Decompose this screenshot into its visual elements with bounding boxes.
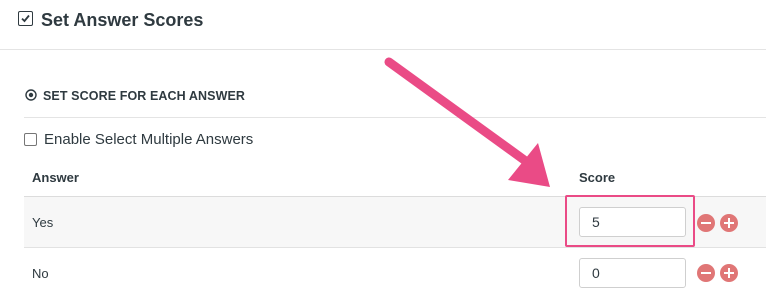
checkbox-checked-icon[interactable] [18, 11, 33, 26]
minus-circle-icon[interactable] [697, 214, 715, 232]
divider [24, 117, 766, 118]
section-title-text: SET SCORE FOR EACH ANSWER [43, 89, 246, 103]
score-input[interactable] [579, 258, 686, 288]
minus-circle-icon[interactable] [697, 264, 715, 282]
answer-cell: Yes [32, 215, 54, 230]
answer-cell: No [32, 266, 49, 281]
enable-multiple-checkbox[interactable] [24, 132, 37, 146]
enable-multiple-answers[interactable]: Enable Select Multiple Answers [24, 130, 254, 148]
enable-multiple-label: Enable Select Multiple Answers [44, 130, 254, 148]
score-highlight-box [565, 195, 695, 247]
target-icon [25, 89, 37, 101]
panel-header: Set Answer Scores [0, 0, 766, 50]
plus-circle-icon[interactable] [720, 214, 738, 232]
table-row: No [24, 249, 766, 308]
column-header-score: Score [579, 170, 616, 185]
column-header-answer: Answer [32, 170, 79, 185]
plus-circle-icon[interactable] [720, 264, 738, 282]
section-title: SET SCORE FOR EACH ANSWER [25, 89, 245, 103]
panel-title: Set Answer Scores [41, 10, 204, 30]
